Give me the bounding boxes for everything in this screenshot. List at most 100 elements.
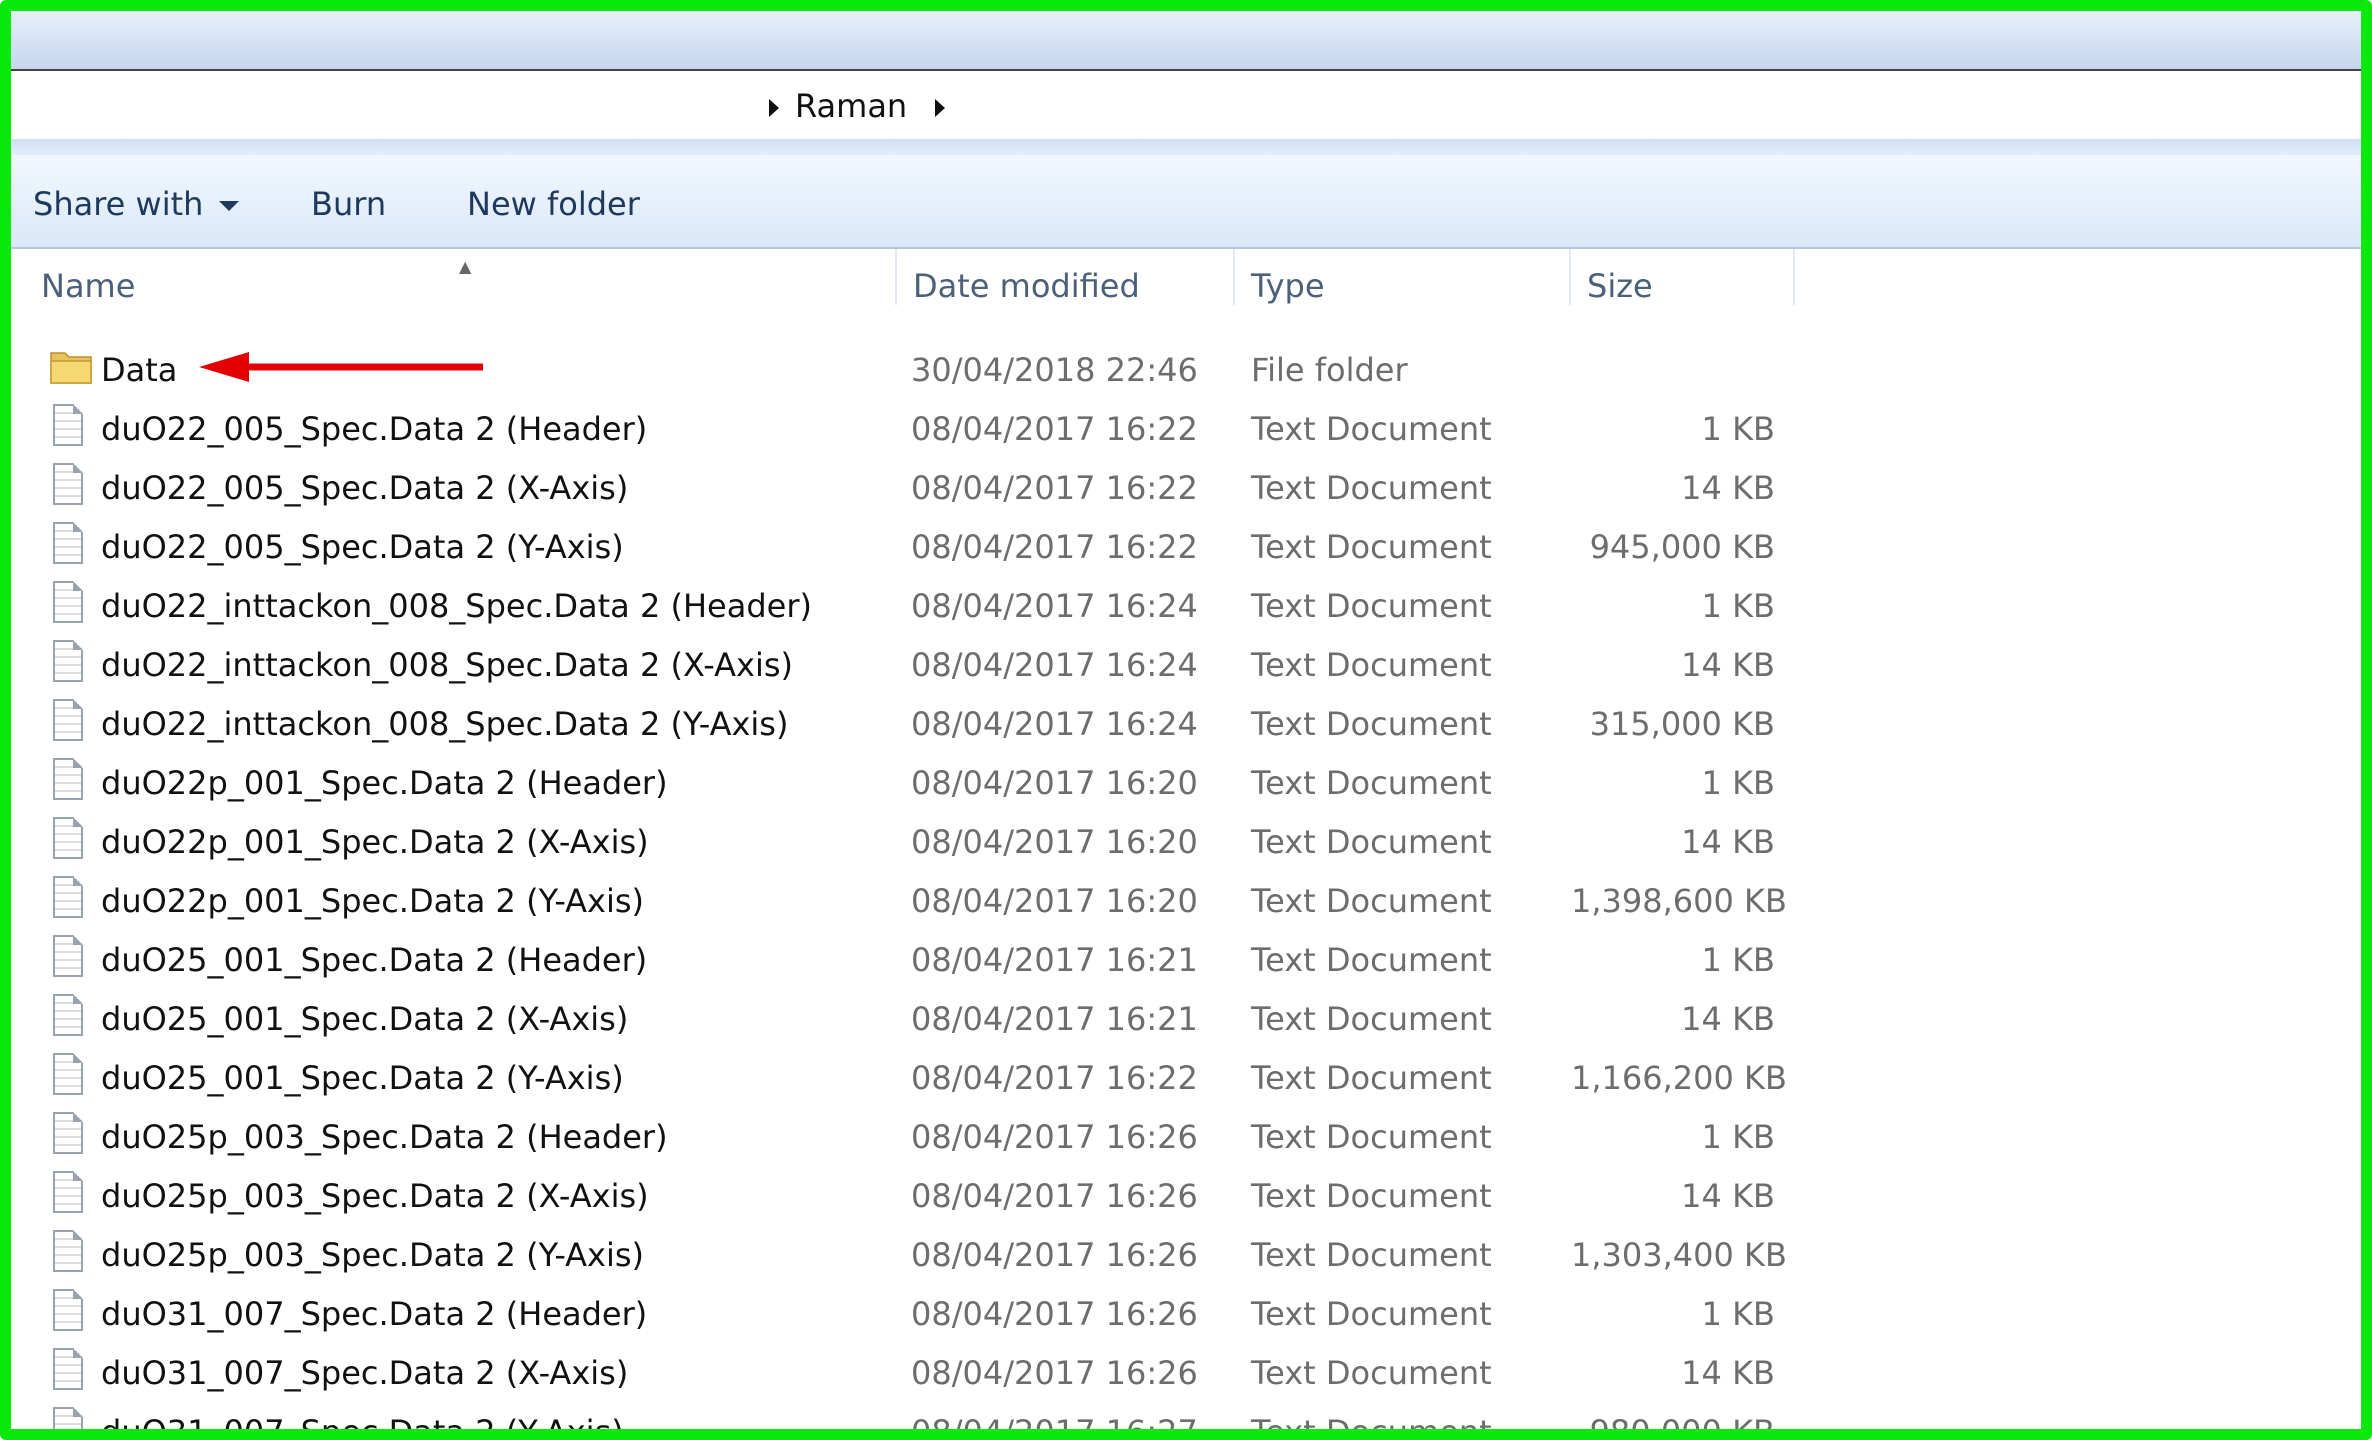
file-row[interactable]: duO25_001_Spec.Data 2 (X-Axis) 08/04/2017… — [11, 990, 2361, 1049]
text-document-icon — [53, 1171, 83, 1213]
text-document-icon — [53, 1230, 83, 1272]
file-row[interactable]: duO31_007_Spec.Data 2 (X-Axis) 08/04/2017… — [11, 1344, 2361, 1403]
text-document-icon — [53, 581, 83, 623]
file-type: Text Document — [1251, 410, 1492, 448]
text-document-icon — [53, 1289, 83, 1331]
file-date-modified: 08/04/2017 16:26 — [911, 1295, 1198, 1333]
file-name: duO25_001_Spec.Data 2 (X-Axis) — [101, 1000, 629, 1038]
column-type[interactable]: Type — [1251, 267, 1325, 305]
address-bar[interactable]: Raman — [11, 69, 2361, 141]
file-size: 1,166,200 KB — [1571, 1059, 1787, 1097]
file-date-modified: 08/04/2017 16:22 — [911, 528, 1198, 566]
file-name: duO22p_001_Spec.Data 2 (Y-Axis) — [101, 882, 645, 920]
file-type: File folder — [1251, 351, 1408, 389]
text-document-icon — [53, 463, 83, 505]
file-size: 1 KB — [1701, 941, 1775, 979]
file-name: duO25p_003_Spec.Data 2 (X-Axis) — [101, 1177, 649, 1215]
column-date-modified[interactable]: Date modified — [913, 267, 1140, 305]
file-type: Text Document — [1251, 764, 1492, 802]
column-size[interactable]: Size — [1587, 267, 1653, 305]
file-type: Text Document — [1251, 1354, 1492, 1392]
file-row[interactable]: duO25_001_Spec.Data 2 (Header) 08/04/2017… — [11, 931, 2361, 990]
file-size: 1,303,400 KB — [1571, 1236, 1787, 1274]
share-with-button[interactable]: Share with — [33, 185, 240, 223]
file-size: 1 KB — [1701, 587, 1775, 625]
file-type: Text Document — [1251, 823, 1492, 861]
file-name: duO22p_001_Spec.Data 2 (Header) — [101, 764, 668, 802]
column-divider[interactable] — [1233, 249, 1235, 305]
new-folder-button[interactable]: New folder — [467, 185, 640, 223]
file-date-modified: 08/04/2017 16:26 — [911, 1354, 1198, 1392]
file-type: Text Document — [1251, 646, 1492, 684]
burn-button[interactable]: Burn — [311, 185, 386, 223]
file-type: Text Document — [1251, 1177, 1492, 1215]
column-divider[interactable] — [1793, 249, 1795, 305]
file-date-modified: 30/04/2018 22:46 — [911, 351, 1198, 389]
column-divider[interactable] — [895, 249, 897, 305]
column-headers: ▲ Name Date modified Type Size — [11, 249, 2361, 319]
file-type: Text Document — [1251, 1000, 1492, 1038]
text-document-icon — [53, 1348, 83, 1390]
toolbar-separator — [11, 139, 2361, 155]
sort-ascending-icon: ▲ — [459, 257, 472, 276]
file-date-modified: 08/04/2017 16:24 — [911, 705, 1198, 743]
file-type: Text Document — [1251, 941, 1492, 979]
text-document-icon — [53, 522, 83, 564]
text-document-icon — [53, 758, 83, 800]
file-type: Text Document — [1251, 528, 1492, 566]
file-row[interactable]: duO22p_001_Spec.Data 2 (Header) 08/04/201… — [11, 754, 2361, 813]
file-row[interactable]: duO25p_003_Spec.Data 2 (Y-Axis) 08/04/201… — [11, 1226, 2361, 1285]
text-document-icon — [53, 994, 83, 1036]
file-date-modified: 08/04/2017 16:20 — [911, 882, 1198, 920]
file-row[interactable]: duO22_inttackon_008_Spec.Data 2 (X-Axis)… — [11, 636, 2361, 695]
text-document-icon — [53, 817, 83, 859]
file-date-modified: 08/04/2017 16:20 — [911, 764, 1198, 802]
file-date-modified: 08/04/2017 16:27 — [911, 1413, 1198, 1440]
file-row[interactable]: duO25_001_Spec.Data 2 (Y-Axis) 08/04/2017… — [11, 1049, 2361, 1108]
breadcrumb-arrow-icon[interactable] — [769, 99, 779, 117]
file-size: 1,398,600 KB — [1571, 882, 1787, 920]
file-row[interactable]: duO25p_003_Spec.Data 2 (Header) 08/04/201… — [11, 1108, 2361, 1167]
file-row[interactable]: duO22_005_Spec.Data 2 (X-Axis) 08/04/2017… — [11, 459, 2361, 518]
file-type: Text Document — [1251, 1059, 1492, 1097]
red-arrow-annotation — [199, 352, 483, 382]
file-date-modified: 08/04/2017 16:21 — [911, 941, 1198, 979]
file-row[interactable]: duO22_inttackon_008_Spec.Data 2 (Y-Axis)… — [11, 695, 2361, 754]
file-date-modified: 08/04/2017 16:24 — [911, 646, 1198, 684]
file-size: 945,000 KB — [1589, 528, 1775, 566]
text-document-icon — [53, 935, 83, 977]
file-name: duO22_inttackon_008_Spec.Data 2 (X-Axis) — [101, 646, 794, 684]
file-size: 315,000 KB — [1589, 705, 1775, 743]
file-row[interactable]: duO25p_003_Spec.Data 2 (X-Axis) 08/04/201… — [11, 1167, 2361, 1226]
breadcrumb-arrow-icon[interactable] — [935, 99, 945, 117]
file-size: 14 KB — [1681, 646, 1775, 684]
title-bar — [11, 11, 2361, 69]
folder-icon — [50, 352, 92, 384]
file-date-modified: 08/04/2017 16:22 — [911, 1059, 1198, 1097]
file-row[interactable]: duO22p_001_Spec.Data 2 (Y-Axis) 08/04/201… — [11, 872, 2361, 931]
file-name: duO31_007_Spec.Data 2 (X-Axis) — [101, 1354, 629, 1392]
file-row[interactable]: duO31_007_Spec.Data 2 (Header) 08/04/2017… — [11, 1285, 2361, 1344]
file-name: duO25_001_Spec.Data 2 (Header) — [101, 941, 648, 979]
file-size: 980,000 KB — [1589, 1413, 1775, 1440]
file-date-modified: 08/04/2017 16:26 — [911, 1177, 1198, 1215]
file-row[interactable]: duO22_inttackon_008_Spec.Data 2 (Header)… — [11, 577, 2361, 636]
file-date-modified: 08/04/2017 16:22 — [911, 410, 1198, 448]
file-name: duO25p_003_Spec.Data 2 (Y-Axis) — [101, 1236, 645, 1274]
file-size: 14 KB — [1681, 1354, 1775, 1392]
file-type: Text Document — [1251, 1236, 1492, 1274]
file-type: Text Document — [1251, 882, 1492, 920]
breadcrumb-raman[interactable]: Raman — [795, 87, 907, 125]
column-divider[interactable] — [1569, 249, 1571, 305]
explorer-window: Raman Share with Burn New folder ▲ Name … — [0, 0, 2372, 1440]
file-name: duO31_007_Spec.Data 2 (Y-Axis) — [101, 1413, 624, 1440]
file-row[interactable]: duO22p_001_Spec.Data 2 (X-Axis) 08/04/201… — [11, 813, 2361, 872]
file-name: duO22_005_Spec.Data 2 (Header) — [101, 410, 648, 448]
file-name: duO22_005_Spec.Data 2 (X-Axis) — [101, 469, 629, 507]
column-name[interactable]: Name — [41, 267, 135, 305]
file-row[interactable]: duO22_005_Spec.Data 2 (Header) 08/04/2017… — [11, 400, 2361, 459]
file-size: 14 KB — [1681, 1177, 1775, 1215]
file-row[interactable]: duO22_005_Spec.Data 2 (Y-Axis) 08/04/2017… — [11, 518, 2361, 577]
file-date-modified: 08/04/2017 16:22 — [911, 469, 1198, 507]
file-row[interactable]: duO31_007_Spec.Data 2 (Y-Axis) 08/04/2017… — [11, 1403, 2361, 1440]
